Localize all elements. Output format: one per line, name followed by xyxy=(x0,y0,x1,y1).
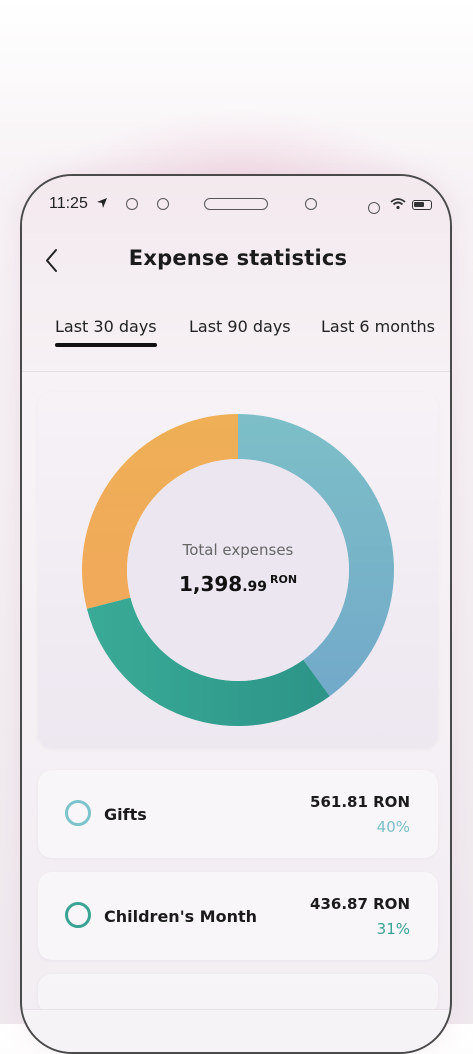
category-item-gifts[interactable]: Gifts 561.81 RON 40% xyxy=(38,770,438,858)
location-arrow-icon xyxy=(97,198,107,208)
category-item-partial[interactable] xyxy=(38,974,438,1014)
total-expenses-amount: 1,398.99 RON xyxy=(38,572,438,596)
bottom-navigation-bar xyxy=(22,1009,450,1052)
tab-last-90-days[interactable]: Last 90 days xyxy=(189,317,291,336)
donut-chart xyxy=(82,414,394,726)
signal-dot-icon xyxy=(368,202,380,214)
category-name: Gifts xyxy=(104,805,147,824)
category-ring-icon xyxy=(65,800,91,826)
category-amount: 436.87 RON xyxy=(310,895,410,913)
front-camera-icon xyxy=(305,198,317,210)
amount-integer: 1,398 xyxy=(178,572,243,596)
total-expenses-label: Total expenses xyxy=(182,541,294,559)
tab-last-6-months[interactable]: Last 6 months xyxy=(321,317,435,336)
expense-chart-card: Total expenses 1,398.99 RON xyxy=(38,392,438,748)
page-title: Expense statistics xyxy=(128,246,348,270)
wifi-icon xyxy=(390,198,406,210)
camera-dot-icon xyxy=(126,198,138,210)
phone-frame: 11:25 Expense statistics Last 30 days La… xyxy=(20,174,452,1054)
donut-center xyxy=(127,459,349,681)
category-percent: 40% xyxy=(376,818,410,836)
active-tab-indicator xyxy=(55,343,157,347)
category-item-childrens-month[interactable]: Children's Month 436.87 RON 31% xyxy=(38,872,438,960)
sensor-dot-icon xyxy=(157,198,169,210)
tab-last-30-days[interactable]: Last 30 days xyxy=(55,317,157,336)
battery-icon xyxy=(412,200,432,210)
speaker-grille xyxy=(204,198,268,210)
amount-decimal: .99 xyxy=(242,579,268,595)
app-header: 11:25 Expense statistics Last 30 days La… xyxy=(22,176,450,372)
category-ring-icon xyxy=(65,902,91,928)
category-name: Children's Month xyxy=(104,907,258,926)
status-time: 11:25 xyxy=(49,195,88,212)
category-amount: 561.81 RON xyxy=(310,793,410,811)
category-percent: 31% xyxy=(376,920,410,938)
amount-currency: RON xyxy=(270,573,298,586)
